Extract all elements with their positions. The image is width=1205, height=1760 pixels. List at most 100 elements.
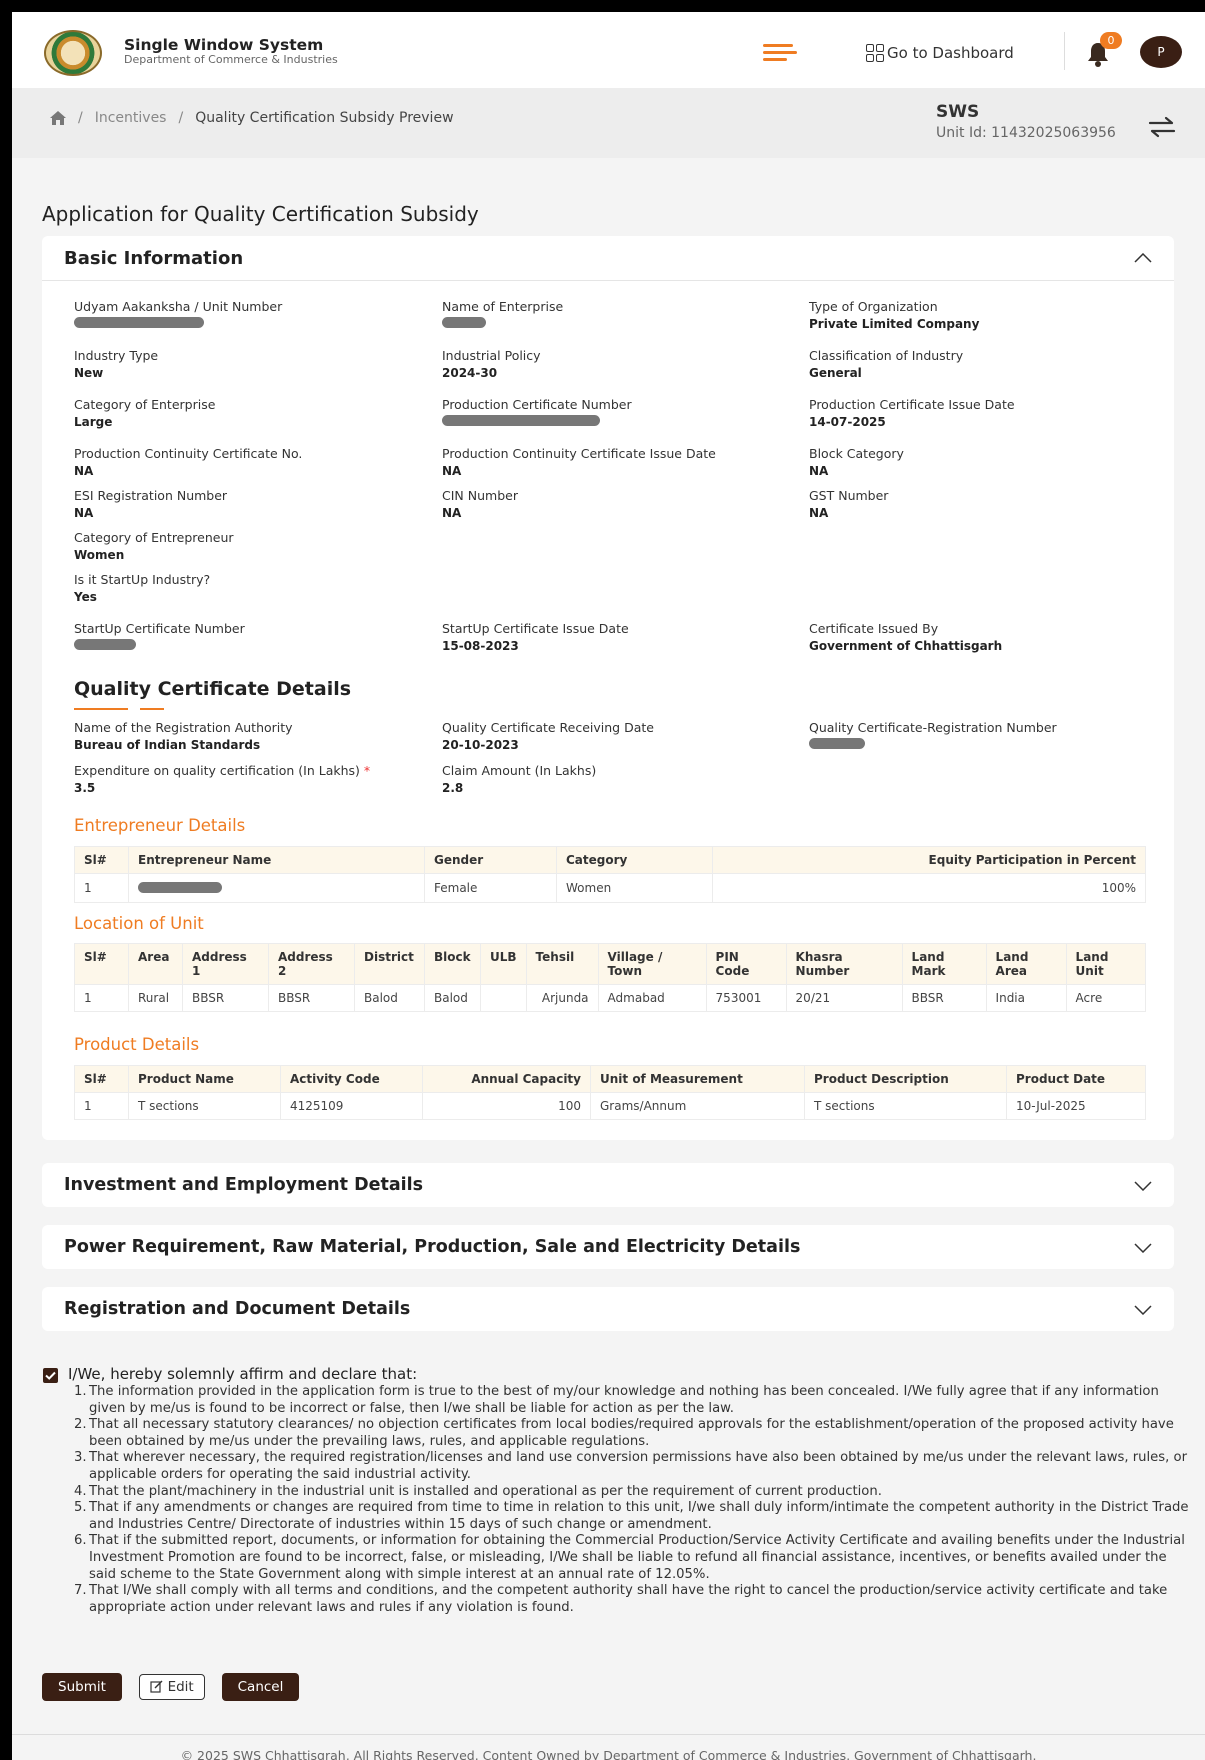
app-frame: Single Window System Department of Comme… <box>12 12 1205 1760</box>
table-row: 1 Rural BBSR BBSR Balod Balod Arjunda Ad… <box>74 984 1147 1012</box>
chevron-down-icon <box>1134 1305 1152 1315</box>
registration-authority-field: Name of the Registration Authority Burea… <box>74 720 293 752</box>
gst-number-field: GST Number NA <box>809 488 889 520</box>
startup-industry-field: Is it StartUp Industry? Yes <box>74 572 211 604</box>
declaration-list: 1. The information provided in the applic… <box>74 1384 1194 1616</box>
unit-id: Unit Id: 11432025063956 <box>936 125 1116 141</box>
table-row: 1 Female Women 100% <box>74 873 1146 903</box>
power-raw-material-accordion[interactable]: Power Requirement, Raw Material, Product… <box>42 1225 1174 1269</box>
redacted-value <box>138 882 222 893</box>
basic-information-card: Basic Information Udyam Aakanksha / Unit… <box>42 236 1174 1140</box>
declaration-item: 2. That all necessary statutory clearance… <box>74 1417 1174 1449</box>
breadcrumb-current: Quality Certification Subsidy Preview <box>195 110 454 126</box>
brand-subtitle: Department of Commerce & Industries <box>124 53 338 66</box>
quality-certificate-heading: Quality Certificate Details <box>74 678 352 700</box>
declaration-checkbox[interactable] <box>43 1368 58 1383</box>
expenditure-field: Expenditure on quality certification (In… <box>74 763 371 795</box>
declaration-item: 5. That if any amendments or changes are … <box>74 1500 1189 1532</box>
edit-button[interactable]: Edit <box>139 1674 205 1700</box>
page-title: Application for Quality Certification Su… <box>42 202 479 226</box>
classification-field: Classification of Industry General <box>809 348 964 380</box>
menu-toggle-icon[interactable] <box>763 44 797 62</box>
user-avatar[interactable]: P <box>1140 36 1182 68</box>
divider <box>42 280 1174 281</box>
esi-number-field: ESI Registration Number NA <box>74 488 228 520</box>
continuity-certificate-number-field: Production Continuity Certificate No. NA <box>74 446 303 478</box>
chevron-up-icon[interactable] <box>1134 253 1152 263</box>
heading-underline <box>74 708 128 710</box>
entrepreneur-details-title: Entrepreneur Details <box>74 816 246 835</box>
accordion-title: Power Requirement, Raw Material, Product… <box>64 1237 801 1257</box>
industry-type-field: Industry Type New <box>74 348 159 380</box>
edit-pencil-icon <box>150 1680 163 1693</box>
accordion-title: Registration and Document Details <box>64 1299 411 1319</box>
redacted-value <box>74 639 136 650</box>
breadcrumb-separator: / <box>178 110 184 126</box>
home-icon[interactable] <box>50 111 66 125</box>
checkmark-icon <box>45 1371 56 1380</box>
location-of-unit-title: Location of Unit <box>74 914 204 933</box>
table-header-row: Sl# Entrepreneur Name Gender Category Eq… <box>74 846 1146 874</box>
certificate-receiving-date-field: Quality Certificate Receiving Date 20-10… <box>442 720 654 752</box>
breadcrumb-incentives[interactable]: Incentives <box>95 110 167 126</box>
heading-underline <box>140 708 164 710</box>
redacted-value <box>809 738 865 749</box>
brand-title: Single Window System <box>124 36 324 54</box>
unit-title: SWS <box>936 102 980 122</box>
product-details-title: Product Details <box>74 1035 200 1054</box>
block-category-field: Block Category NA <box>809 446 904 478</box>
table-header-row: Sl# Area Address 1 Address 2 District Bl… <box>74 943 1147 985</box>
enterprise-name-field: Name of Enterprise <box>442 299 563 328</box>
notification-count-badge: 0 <box>1100 32 1122 49</box>
accordion-title: Investment and Employment Details <box>64 1175 424 1195</box>
dashboard-grid-icon <box>865 43 885 63</box>
redacted-value <box>442 317 486 328</box>
registration-documents-accordion[interactable]: Registration and Document Details <box>42 1287 1174 1331</box>
edit-button-label: Edit <box>167 1679 194 1695</box>
dashboard-link-label: Go to Dashboard <box>887 44 1014 62</box>
investment-employment-accordion[interactable]: Investment and Employment Details <box>42 1163 1174 1207</box>
entrepreneur-table: Sl# Entrepreneur Name Gender Category Eq… <box>74 846 1146 903</box>
organization-type-field: Type of Organization Private Limited Com… <box>809 299 980 331</box>
cin-number-field: CIN Number NA <box>442 488 518 520</box>
certificate-registration-number-field: Quality Certificate-Registration Number <box>809 720 1057 749</box>
udyam-number-field: Udyam Aakanksha / Unit Number <box>74 299 282 328</box>
divider <box>1064 32 1065 70</box>
chevron-down-icon <box>1134 1181 1152 1191</box>
breadcrumb-separator: / <box>78 110 83 126</box>
location-table: Sl# Area Address 1 Address 2 District Bl… <box>74 943 1147 1012</box>
enterprise-category-field: Category of Enterprise Large <box>74 397 216 429</box>
state-emblem-logo <box>44 30 102 76</box>
table-header-row: Sl# Product Name Activity Code Annual Ca… <box>74 1065 1146 1093</box>
production-certificate-number-field: Production Certificate Number <box>442 397 632 426</box>
industrial-policy-field: Industrial Policy 2024-30 <box>442 348 541 380</box>
chevron-down-icon <box>1134 1243 1152 1253</box>
breadcrumb-bar: / Incentives / Quality Certification Sub… <box>12 88 1205 158</box>
product-table: Sl# Product Name Activity Code Annual Ca… <box>74 1065 1146 1120</box>
declaration-item: 4. That the plant/machinery in the indust… <box>74 1483 882 1499</box>
footer-copyright: © 2025 SWS Chhattisgrah, All Rights Rese… <box>180 1748 1037 1760</box>
cancel-button[interactable]: Cancel <box>222 1673 299 1701</box>
declaration-item: 7. That I/We shall comply with all terms … <box>74 1583 1168 1615</box>
divider <box>12 1734 1205 1735</box>
certificate-issued-by-field: Certificate Issued By Government of Chha… <box>809 621 1003 653</box>
continuity-certificate-date-field: Production Continuity Certificate Issue … <box>442 446 716 478</box>
declaration-item: 6. That if the submitted report, document… <box>74 1533 1185 1582</box>
declaration-item: 1. The information provided in the applic… <box>74 1384 1159 1416</box>
production-certificate-date-field: Production Certificate Issue Date 14-07-… <box>809 397 1015 429</box>
table-row: 1 T sections 4125109 100 Grams/Annum T s… <box>74 1092 1146 1120</box>
go-to-dashboard-link[interactable]: Go to Dashboard <box>865 43 1014 63</box>
redacted-value <box>74 317 204 328</box>
declaration-title: I/We, hereby solemnly affirm and declare… <box>68 1365 418 1383</box>
basic-information-heading: Basic Information <box>64 248 244 269</box>
redacted-value <box>442 415 600 426</box>
claim-amount-field: Claim Amount (In Lakhs) 2.8 <box>442 763 597 795</box>
switch-unit-icon[interactable] <box>1148 116 1176 138</box>
breadcrumb: / Incentives / Quality Certification Sub… <box>50 110 454 126</box>
entrepreneur-category-field: Category of Entrepreneur Women <box>74 530 234 562</box>
top-navbar: Single Window System Department of Comme… <box>12 12 1205 88</box>
submit-button[interactable]: Submit <box>42 1673 122 1701</box>
declaration-item: 3. That wherever necessary, the required … <box>74 1450 1188 1482</box>
startup-certificate-number-field: StartUp Certificate Number <box>74 621 245 650</box>
startup-certificate-date-field: StartUp Certificate Issue Date 15-08-202… <box>442 621 629 653</box>
